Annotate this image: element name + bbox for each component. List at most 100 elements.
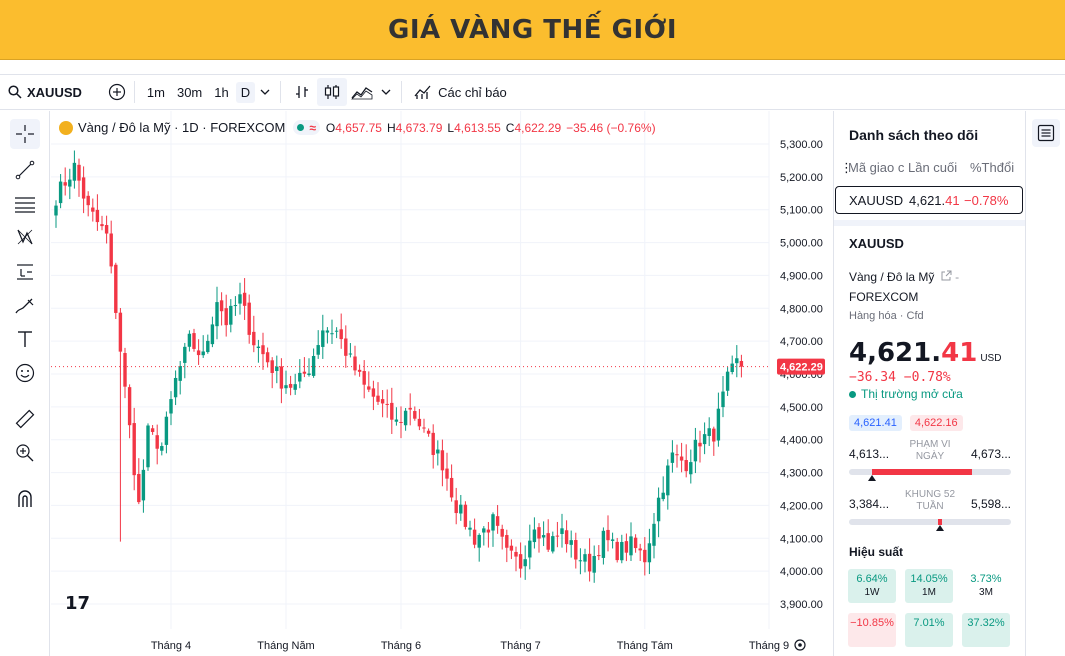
details-desc-name[interactable]: Vàng / Đô la Mỹ xyxy=(849,270,934,284)
candle-body[interactable] xyxy=(298,372,302,382)
candle-body[interactable] xyxy=(210,324,215,345)
compare-plus-button[interactable] xyxy=(106,81,128,103)
candle-body[interactable] xyxy=(330,333,334,335)
candle-body[interactable] xyxy=(146,425,150,468)
candle-body[interactable] xyxy=(95,209,100,223)
candle-body[interactable] xyxy=(206,340,210,353)
candle-body[interactable] xyxy=(380,399,385,404)
candle-body[interactable] xyxy=(86,195,90,206)
candle-body[interactable] xyxy=(252,331,256,346)
candle-body[interactable] xyxy=(431,432,435,455)
candle-body[interactable] xyxy=(597,555,601,557)
candle-body[interactable] xyxy=(532,529,537,543)
interval-1m-button[interactable]: 1m xyxy=(142,82,170,103)
candle-body[interactable] xyxy=(399,421,403,423)
text-tool-icon[interactable] xyxy=(10,324,40,354)
col-last-header[interactable]: Lần cuối xyxy=(908,160,970,183)
candle-body[interactable] xyxy=(413,411,417,419)
candle-body[interactable] xyxy=(339,329,343,340)
chart-type-dropdown-chevron-icon[interactable] xyxy=(377,78,395,106)
candle-body[interactable] xyxy=(578,560,583,562)
candle-body[interactable] xyxy=(587,553,592,572)
candle-body[interactable] xyxy=(445,468,449,479)
tradingview-logo[interactable]: 17 xyxy=(65,593,90,614)
candle-body[interactable] xyxy=(233,305,238,307)
candle-body[interactable] xyxy=(472,529,477,545)
bar-chart-type-icon[interactable] xyxy=(287,78,317,106)
zoom-in-icon[interactable] xyxy=(10,438,40,468)
drag-handle-icon[interactable]: ⋮ xyxy=(840,160,848,183)
candle-body[interactable] xyxy=(376,395,380,402)
candle-body[interactable] xyxy=(275,366,279,372)
candle-body[interactable] xyxy=(77,164,81,181)
candle-body[interactable] xyxy=(362,371,366,385)
candle-body[interactable] xyxy=(666,465,670,496)
candle-body[interactable] xyxy=(730,363,734,373)
ruler-icon[interactable] xyxy=(10,404,40,434)
candle-body[interactable] xyxy=(629,536,633,556)
candle-body[interactable] xyxy=(173,377,178,398)
performance-cell[interactable]: 14.05% 1M xyxy=(905,569,953,603)
candle-body[interactable] xyxy=(164,416,169,445)
candle-body[interactable] xyxy=(707,428,711,436)
candle-body[interactable] xyxy=(334,330,339,332)
candle-body[interactable] xyxy=(463,504,468,527)
candle-body[interactable] xyxy=(500,528,504,537)
candle-body[interactable] xyxy=(219,300,224,312)
candle-body[interactable] xyxy=(371,388,376,397)
candle-body[interactable] xyxy=(201,351,205,356)
candle-body[interactable] xyxy=(560,528,564,534)
candle-body[interactable] xyxy=(104,225,109,234)
candle-body[interactable] xyxy=(656,497,661,522)
candle-body[interactable] xyxy=(348,353,353,355)
candle-body[interactable] xyxy=(187,333,192,347)
candle-body[interactable] xyxy=(81,177,86,199)
candle-body[interactable] xyxy=(192,333,196,349)
candle-body[interactable] xyxy=(114,264,118,313)
candle-body[interactable] xyxy=(739,360,744,367)
candle-body[interactable] xyxy=(261,345,265,355)
price-chart[interactable]: 5,300.00 5,200.00 5,100.00 5,000.00 4,900.00… xyxy=(51,111,829,656)
candle-body[interactable] xyxy=(54,205,58,216)
candle-body[interactable] xyxy=(316,345,320,355)
trend-line-icon[interactable] xyxy=(10,155,40,185)
col-symbol-header[interactable]: Mã giao c xyxy=(848,160,908,183)
candle-body[interactable] xyxy=(624,541,629,553)
candle-body[interactable] xyxy=(633,537,638,549)
pattern-tool-icon[interactable] xyxy=(10,222,40,252)
candle-body[interactable] xyxy=(91,207,95,212)
candle-body[interactable] xyxy=(284,385,288,389)
candle-body[interactable] xyxy=(725,371,730,391)
candle-body[interactable] xyxy=(537,527,541,539)
interval-1h-button[interactable]: 1h xyxy=(209,82,233,103)
candle-body[interactable] xyxy=(601,530,606,558)
candle-body[interactable] xyxy=(408,407,412,410)
candle-body[interactable] xyxy=(390,402,394,420)
candle-body[interactable] xyxy=(385,403,389,405)
fib-retracement-icon[interactable] xyxy=(10,189,40,219)
candle-body[interactable] xyxy=(606,529,610,541)
candle-body[interactable] xyxy=(693,439,698,462)
candle-body[interactable] xyxy=(100,224,104,227)
indicators-button[interactable]: Các chỉ báo xyxy=(408,84,513,100)
candle-body[interactable] xyxy=(661,492,665,500)
candle-body[interactable] xyxy=(325,330,330,333)
candle-body[interactable] xyxy=(647,543,652,563)
candle-body[interactable] xyxy=(178,366,182,381)
candle-body[interactable] xyxy=(449,477,454,498)
candle-body[interactable] xyxy=(643,549,647,563)
candle-body[interactable] xyxy=(72,162,77,181)
candle-body[interactable] xyxy=(702,434,707,445)
details-symbol[interactable]: XAUUSD xyxy=(849,236,1025,251)
candle-body[interactable] xyxy=(403,410,408,426)
candle-body[interactable] xyxy=(109,233,113,267)
candle-body[interactable] xyxy=(610,539,615,541)
candle-body[interactable] xyxy=(495,516,500,526)
candle-body[interactable] xyxy=(518,554,523,569)
candle-body[interactable] xyxy=(620,542,624,561)
candle-body[interactable] xyxy=(242,292,247,306)
forecasting-tool-icon[interactable] xyxy=(10,257,40,287)
candle-body[interactable] xyxy=(279,366,284,389)
performance-cell[interactable]: 7.01% xyxy=(905,613,953,647)
candle-body[interactable] xyxy=(224,308,228,326)
